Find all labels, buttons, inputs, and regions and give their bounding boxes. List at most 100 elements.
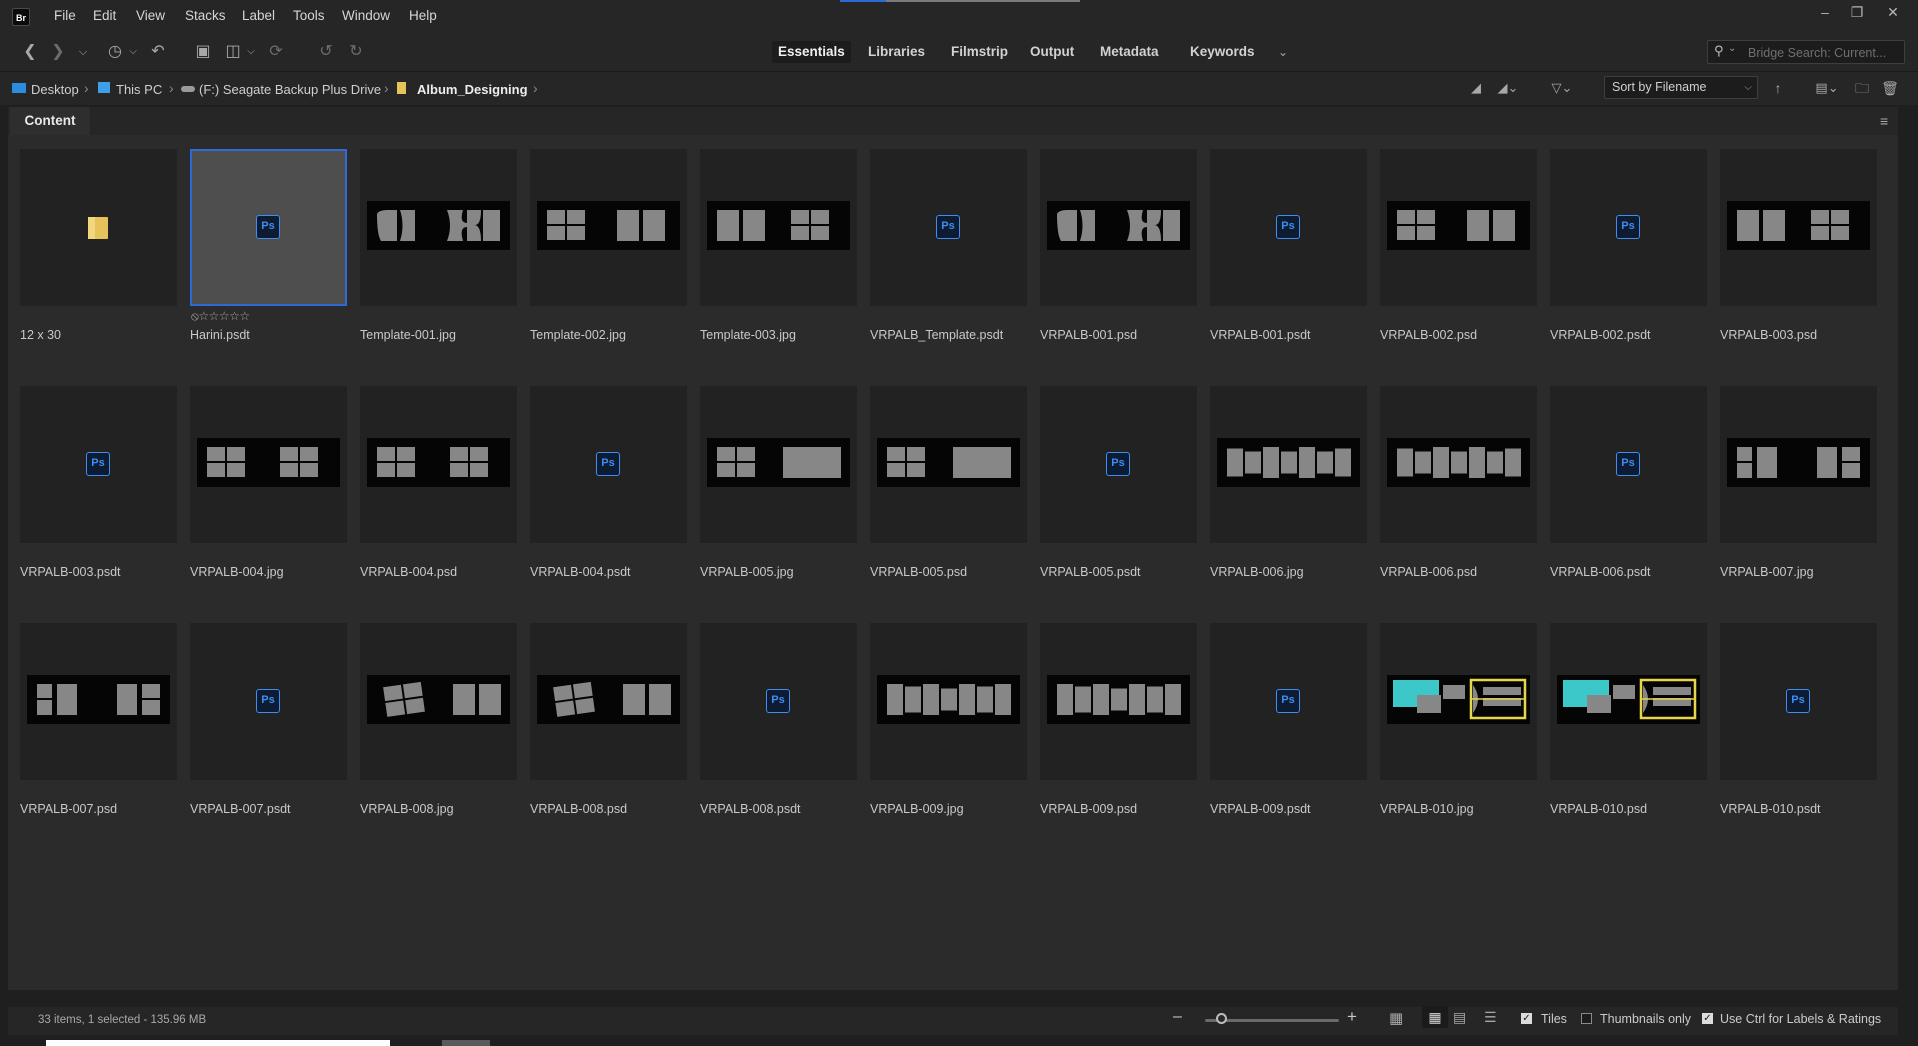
menu-file[interactable]: File — [54, 8, 76, 23]
file-tile[interactable]: VRPALB-001.psd — [1040, 149, 1197, 386]
file-thumbnail[interactable]: Ps — [870, 149, 1027, 306]
file-tile[interactable]: VRPALB-010.psd — [1550, 623, 1707, 860]
file-thumbnail[interactable] — [360, 149, 517, 306]
file-tile[interactable]: VRPALB-009.psd — [1040, 623, 1197, 860]
file-thumbnail[interactable] — [20, 623, 177, 780]
details-view-icon[interactable]: ▤ — [1453, 1009, 1466, 1026]
restore-icon[interactable]: ❐ — [1844, 2, 1870, 22]
tab-content[interactable]: Content — [10, 107, 90, 135]
file-tile[interactable]: Ps VRPALB-001.psdt — [1210, 149, 1367, 386]
chevron-down-icon[interactable]: ⌄ — [1728, 43, 1736, 54]
menu-view[interactable]: View — [136, 8, 165, 23]
sync-icon[interactable]: ⟳ — [266, 41, 286, 63]
tiles-checkbox[interactable]: ✓ — [1521, 1013, 1532, 1024]
file-tile[interactable]: Ps VRPALB-002.psdt — [1550, 149, 1707, 386]
zoom-in-icon[interactable]: + — [1347, 1007, 1357, 1027]
file-tile[interactable]: VRPALB-004.jpg — [190, 386, 347, 623]
new-folder-icon[interactable]: 🗀 — [1852, 77, 1872, 99]
file-tile[interactable]: Ps VRPALB-005.psdt — [1040, 386, 1197, 623]
sort-dropdown[interactable]: Sort by Filename ⌵ — [1604, 76, 1758, 99]
breadcrumb-this-pc[interactable]: This PC — [116, 82, 162, 97]
file-thumbnail[interactable] — [1720, 386, 1877, 543]
file-thumbnail[interactable]: Ps — [530, 386, 687, 543]
file-thumbnail[interactable] — [1040, 623, 1197, 780]
file-tile[interactable]: VRPALB-010.jpg — [1380, 623, 1537, 860]
menu-label[interactable]: Label — [242, 8, 275, 23]
file-tile[interactable]: VRPALB-006.psd — [1380, 386, 1537, 623]
camera-icon[interactable]: ▣ — [192, 41, 214, 63]
workspace-filmstrip[interactable]: Filmstrip — [945, 41, 1014, 63]
file-thumbnail[interactable] — [700, 386, 857, 543]
chevron-down-icon[interactable]: ⌵ — [126, 41, 140, 63]
workspace-metadata[interactable]: Metadata — [1094, 41, 1165, 63]
file-tile[interactable]: Ps VRPALB_Template.psdt — [870, 149, 1027, 386]
file-thumbnail[interactable]: Ps — [1550, 386, 1707, 543]
file-tile[interactable]: VRPALB-005.psd — [870, 386, 1027, 623]
filter-icon[interactable]: ▽⌄ — [1546, 77, 1578, 99]
file-thumbnail[interactable] — [360, 623, 517, 780]
file-tile[interactable]: Ps VRPALB-007.psdt — [190, 623, 347, 860]
search-icon[interactable]: ⚲ — [1714, 43, 1724, 59]
breadcrumb-album-designing[interactable]: Album_Designing — [417, 82, 528, 97]
workspace-more-chevron-icon[interactable]: ⌄ — [1274, 41, 1292, 63]
menu-stacks[interactable]: Stacks — [185, 8, 226, 23]
file-tile[interactable]: VRPALB-007.jpg — [1720, 386, 1877, 623]
chevron-down-icon[interactable]: ⌵ — [244, 41, 258, 63]
file-tile[interactable]: 12 x 30 — [20, 149, 177, 386]
file-thumbnail[interactable] — [1550, 623, 1707, 780]
back-icon[interactable]: ❮ — [20, 41, 40, 63]
forward-icon[interactable]: ❯ — [48, 41, 68, 63]
workspace-keywords[interactable]: Keywords — [1184, 41, 1261, 63]
workspace-output[interactable]: Output — [1024, 41, 1080, 63]
workspace-essentials[interactable]: Essentials — [772, 41, 851, 63]
list-view-icon[interactable]: ☰ — [1484, 1009, 1497, 1026]
file-thumbnail[interactable]: Ps — [1040, 386, 1197, 543]
file-tile[interactable]: Ps VRPALB-008.psdt — [700, 623, 857, 860]
recent-history-icon[interactable]: ◷ — [104, 41, 126, 63]
file-thumbnail[interactable] — [190, 386, 347, 543]
file-tile[interactable]: VRPALB-002.psd — [1380, 149, 1537, 386]
thumbnails-only-checkbox[interactable] — [1581, 1013, 1592, 1024]
file-tile[interactable]: VRPALB-008.psd — [530, 623, 687, 860]
file-thumbnail[interactable] — [1720, 149, 1877, 306]
zoom-slider-handle[interactable] — [1216, 1013, 1227, 1024]
sort-ascending-icon[interactable]: ↑ — [1770, 77, 1786, 99]
file-tile[interactable]: Ps ⦸☆☆☆☆☆ Harini.psdt — [190, 149, 347, 386]
close-icon[interactable]: ✕ — [1880, 2, 1906, 22]
file-thumbnail[interactable] — [1380, 386, 1537, 543]
file-thumbnail[interactable]: Ps — [20, 386, 177, 543]
file-tile[interactable]: Ps VRPALB-010.psdt — [1720, 623, 1877, 860]
file-tile[interactable]: VRPALB-004.psd — [360, 386, 517, 623]
grid-view-icon[interactable]: ▦ — [1389, 1009, 1403, 1027]
file-tile[interactable]: Ps VRPALB-006.psdt — [1550, 386, 1707, 623]
menu-help[interactable]: Help — [409, 8, 437, 23]
ctrl-labels-checkbox[interactable]: ✓ — [1702, 1013, 1713, 1024]
file-thumbnail[interactable] — [1040, 149, 1197, 306]
workspace-libraries[interactable]: Libraries — [862, 41, 931, 63]
refine-icon[interactable]: ◫ — [222, 41, 244, 63]
rotate-left-icon[interactable]: ↺ — [316, 41, 336, 63]
file-tile[interactable]: VRPALB-007.psd — [20, 623, 177, 860]
file-thumbnail[interactable] — [20, 149, 177, 306]
file-tile[interactable]: Template-003.jpg — [700, 149, 857, 386]
open-recent-icon[interactable]: ▤⌄ — [1810, 77, 1844, 99]
search-input[interactable] — [1746, 41, 1900, 65]
file-tile[interactable]: VRPALB-003.psd — [1720, 149, 1877, 386]
file-thumbnail[interactable] — [360, 386, 517, 543]
quality-icon[interactable]: ◢ — [1466, 77, 1486, 99]
file-tile[interactable]: Ps VRPALB-004.psdt — [530, 386, 687, 623]
file-thumbnail[interactable] — [700, 149, 857, 306]
menu-edit[interactable]: Edit — [93, 8, 116, 23]
file-tile[interactable]: VRPALB-009.jpg — [870, 623, 1027, 860]
rotate-right-icon[interactable]: ↻ — [346, 41, 366, 63]
file-thumbnail[interactable]: Ps — [1210, 149, 1367, 306]
file-tile[interactable]: Template-001.jpg — [360, 149, 517, 386]
file-thumbnail[interactable]: Ps — [1720, 623, 1877, 780]
zoom-out-icon[interactable]: – — [1173, 1008, 1182, 1026]
breadcrumb-drive[interactable]: (F:) Seagate Backup Plus Drive — [199, 82, 381, 97]
file-tile[interactable]: Ps VRPALB-003.psdt — [20, 386, 177, 623]
breadcrumb-desktop[interactable]: Desktop — [31, 82, 79, 97]
thumbnail-view-icon[interactable]: ▦ — [1422, 1006, 1448, 1028]
file-thumbnail[interactable]: Ps — [1210, 623, 1367, 780]
file-thumbnail[interactable] — [530, 149, 687, 306]
